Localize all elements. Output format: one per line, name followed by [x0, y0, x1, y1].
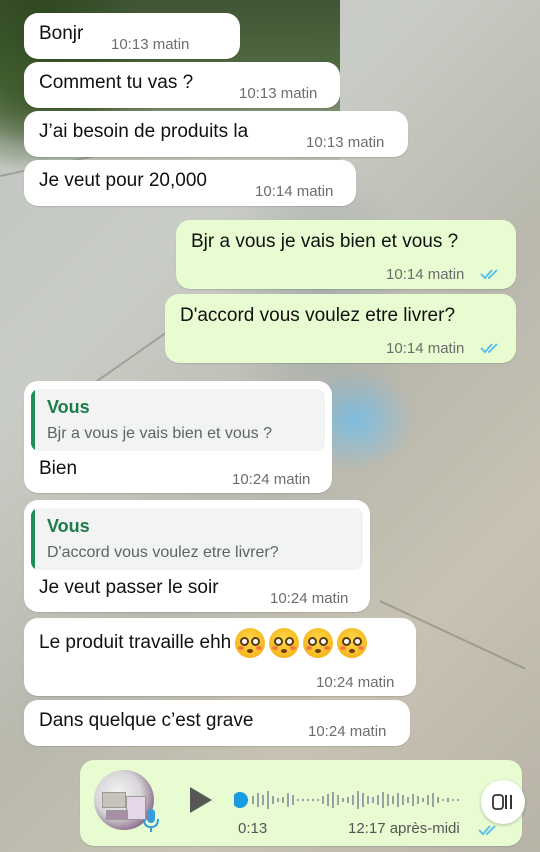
read-ticks-icon — [478, 825, 496, 836]
message-text: Dans quelque c’est grave — [39, 710, 254, 731]
message-text: Comment tu vas ? — [39, 72, 194, 93]
quote-author: Vous — [47, 397, 90, 417]
quote-author: Vous — [47, 516, 90, 536]
message-text: D'accord vous voulez etre livrer? — [180, 305, 456, 326]
message-time: 10:14 matin — [386, 266, 465, 283]
incoming-message[interactable]: Le produit travaille ehh 10:24 matin — [24, 618, 416, 696]
quoted-message[interactable]: Vous D'accord vous voulez etre livrer? — [31, 508, 363, 570]
read-ticks-icon — [480, 343, 498, 354]
message-time: 10:13 matin — [239, 85, 318, 102]
outgoing-message[interactable]: D'accord vous voulez etre livrer? 10:14 … — [165, 294, 516, 363]
play-icon[interactable] — [184, 784, 216, 816]
incoming-message[interactable]: J’ai besoin de produits la 10:13 matin — [24, 111, 408, 157]
message-text-content: Le produit travaille ehh — [39, 632, 232, 654]
outgoing-message[interactable]: Bjr a vous je vais bien et vous ? 10:14 … — [176, 220, 516, 289]
message-text: Le produit travaille ehh — [39, 628, 368, 658]
audio-waveform[interactable] — [234, 784, 464, 816]
message-text: Bonjr — [39, 23, 84, 44]
incoming-message[interactable]: Bonjr 10:13 matin — [24, 13, 240, 59]
quote-bar — [31, 508, 35, 570]
flushed-face-emoji-icon — [303, 628, 334, 658]
quoted-message[interactable]: Vous Bjr a vous je vais bien et vous ? — [31, 389, 325, 451]
message-text: J’ai besoin de produits la — [39, 121, 249, 142]
incoming-reply-message[interactable]: Vous D'accord vous voulez etre livrer? J… — [24, 500, 370, 612]
message-time: 10:14 matin — [386, 340, 465, 357]
quote-text: Bjr a vous je vais bien et vous ? — [47, 425, 273, 442]
incoming-reply-message[interactable]: Vous Bjr a vous je vais bien et vous ? B… — [24, 381, 332, 493]
read-ticks-icon — [480, 269, 498, 280]
message-time: 10:14 matin — [255, 183, 334, 200]
quote-text: D'accord vous voulez etre livrer? — [47, 544, 279, 561]
message-text: Je veut passer le soir — [39, 577, 219, 598]
microphone-icon — [143, 809, 159, 832]
incoming-message[interactable]: Dans quelque c’est grave 10:24 matin — [24, 700, 410, 746]
playback-speed-button[interactable] — [481, 780, 525, 824]
voice-message[interactable]: 0:13 12:17 après-midi — [80, 760, 525, 846]
incoming-message[interactable]: Comment tu vas ? 10:13 matin — [24, 62, 340, 108]
message-time: 10:24 matin — [316, 674, 395, 691]
emoji-group — [231, 628, 368, 658]
audio-duration: 0:13 — [238, 820, 268, 837]
message-time: 10:24 matin — [232, 471, 311, 488]
flushed-face-emoji-icon — [269, 628, 300, 658]
playback-bars-icon — [492, 794, 512, 810]
message-text: Je veut pour 20,000 — [39, 170, 207, 191]
quote-bar — [31, 389, 35, 451]
message-time: 12:17 après-midi — [348, 820, 460, 837]
message-text: Bien — [39, 458, 78, 479]
incoming-message[interactable]: Je veut pour 20,000 10:14 matin — [24, 160, 356, 206]
message-time: 10:13 matin — [306, 134, 385, 151]
flushed-face-emoji-icon — [337, 628, 368, 658]
message-text: Bjr a vous je vais bien et vous ? — [191, 231, 459, 252]
flushed-face-emoji-icon — [235, 628, 266, 658]
message-time: 10:13 matin — [111, 36, 190, 53]
message-time: 10:24 matin — [270, 590, 349, 607]
message-time: 10:24 matin — [308, 723, 387, 740]
